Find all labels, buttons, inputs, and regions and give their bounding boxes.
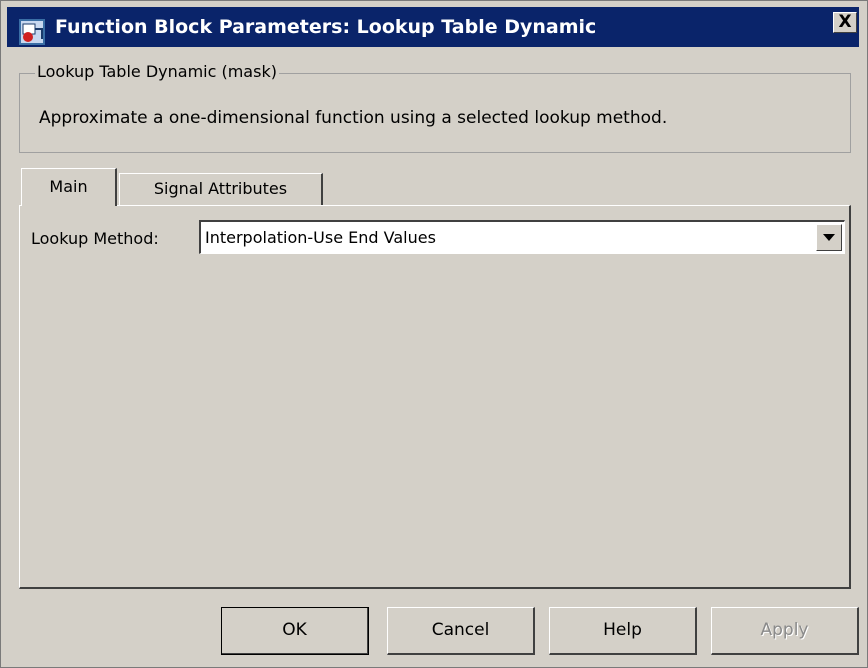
simulink-block-icon <box>19 19 45 45</box>
cancel-button[interactable]: Cancel <box>387 607 535 655</box>
ok-button[interactable]: OK <box>221 607 369 655</box>
dialog-window: Function Block Parameters: Lookup Table … <box>0 0 868 668</box>
lookup-method-dropdown-button[interactable] <box>816 224 842 251</box>
help-button[interactable]: Help <box>549 607 697 655</box>
title-bar[interactable]: Function Block Parameters: Lookup Table … <box>7 7 859 47</box>
tab-main-label: Main <box>49 177 88 196</box>
window-title: Function Block Parameters: Lookup Table … <box>55 16 597 38</box>
chevron-down-icon <box>823 234 835 241</box>
mask-description: Approximate a one-dimensional function u… <box>39 108 668 128</box>
lookup-method-label: Lookup Method: <box>31 229 159 248</box>
close-button[interactable]: X <box>833 12 857 33</box>
tab-signal-attributes[interactable]: Signal Attributes <box>119 173 323 205</box>
mask-group-legend: Lookup Table Dynamic (mask) <box>35 62 279 81</box>
lookup-method-select[interactable]: Interpolation-Use End Values <box>199 220 845 254</box>
tab-signal-attributes-label: Signal Attributes <box>153 179 288 198</box>
tab-panel-main <box>19 205 851 589</box>
tab-main[interactable]: Main <box>21 168 117 206</box>
lookup-method-value: Interpolation-Use End Values <box>205 228 436 247</box>
close-icon: X <box>838 12 852 32</box>
apply-button[interactable]: Apply <box>711 607 859 655</box>
